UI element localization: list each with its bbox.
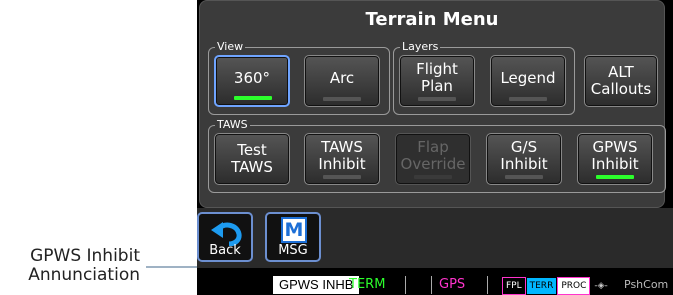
flight-plan-label: Flight Plan [416,60,458,95]
proc-tag: PROC [557,277,591,295]
back-button[interactable]: Back [197,212,253,262]
flight-plan-indicator [418,97,456,101]
taws-inhibit-label: TAWS Inhibit [318,138,366,173]
layers-group-label: Layers [400,39,441,55]
gs-inhibit-label: G/S Inhibit [500,138,548,173]
status-divider [487,276,488,294]
gpws-inhibit-button[interactable]: GPWS Inhibit [577,133,653,185]
pshcom-label: PshCom [624,278,669,291]
callout-label: GPWS Inhibit Annunciation [0,247,140,285]
callout-line1: GPWS Inhibit [30,246,140,266]
status-divider [405,276,406,294]
device-screen: Terrain Menu View 360° Arc Layers Flight… [197,0,673,295]
test-taws-button[interactable]: Test TAWS [214,133,290,185]
course-arrow-icon: -◈- [594,281,608,291]
taws-inhibit-indicator [323,175,361,179]
callout-line2: Annunciation [28,265,140,285]
legend-label: Legend [500,68,556,87]
gpws-inhibit-indicator [596,175,634,179]
view-360-button[interactable]: 360° [214,55,290,107]
flap-override-label: Flap Override [400,138,466,173]
view-360-indicator [234,96,272,100]
flap-override-button[interactable]: Flap Override [395,133,471,185]
gpws-inhibit-label: GPWS Inhibit [591,138,639,173]
msg-button[interactable]: M MSG [265,212,321,262]
message-icon: M [281,217,307,243]
test-taws-label: Test TAWS [231,141,273,176]
arc-indicator [323,97,361,101]
fpl-tag: FPL [502,277,526,295]
status-divider [431,276,432,294]
terr-tag: TERR [526,278,557,294]
legend-button[interactable]: Legend [490,55,566,107]
taws-inhibit-button[interactable]: TAWS Inhibit [304,133,380,185]
view-group: View 360° Arc [208,39,390,115]
view-360-label: 360° [233,68,271,87]
msg-label: MSG [278,243,308,258]
taws-group: TAWS Test TAWS TAWS Inhibit Flap Overrid… [208,117,666,193]
alt-callouts-button[interactable]: ALT Callouts [584,55,658,107]
alt-callouts-label: ALT Callouts [590,63,652,98]
gs-inhibit-button[interactable]: G/S Inhibit [486,133,562,185]
terrain-menu-panel: Terrain Menu View 360° Arc Layers Flight… [199,0,666,208]
gpws-inhb-annunciation: GPWS INHB [273,276,360,294]
gps-annunciation: GPS [439,277,466,292]
softkey-bar: Back M MSG [197,208,673,268]
taws-group-label: TAWS [215,117,250,133]
flap-override-indicator [414,175,452,179]
arc-label: Arc [329,68,355,87]
annunciation-status-bar: GPWS INHB TERM GPS FPL TERR PROC -◈- PshCom [197,268,673,295]
flight-plan-button[interactable]: Flight Plan [399,55,475,107]
legend-indicator [509,97,547,101]
cdi-source-indicator: FPL TERR PROC -◈- [502,277,612,295]
layers-group: Layers Flight Plan Legend [393,39,575,115]
view-group-label: View [215,39,246,55]
arc-button[interactable]: Arc [304,55,380,107]
term-annunciation: TERM [349,277,386,292]
menu-title: Terrain Menu [365,9,499,30]
gs-inhibit-indicator [505,175,543,179]
back-label: Back [209,243,241,258]
